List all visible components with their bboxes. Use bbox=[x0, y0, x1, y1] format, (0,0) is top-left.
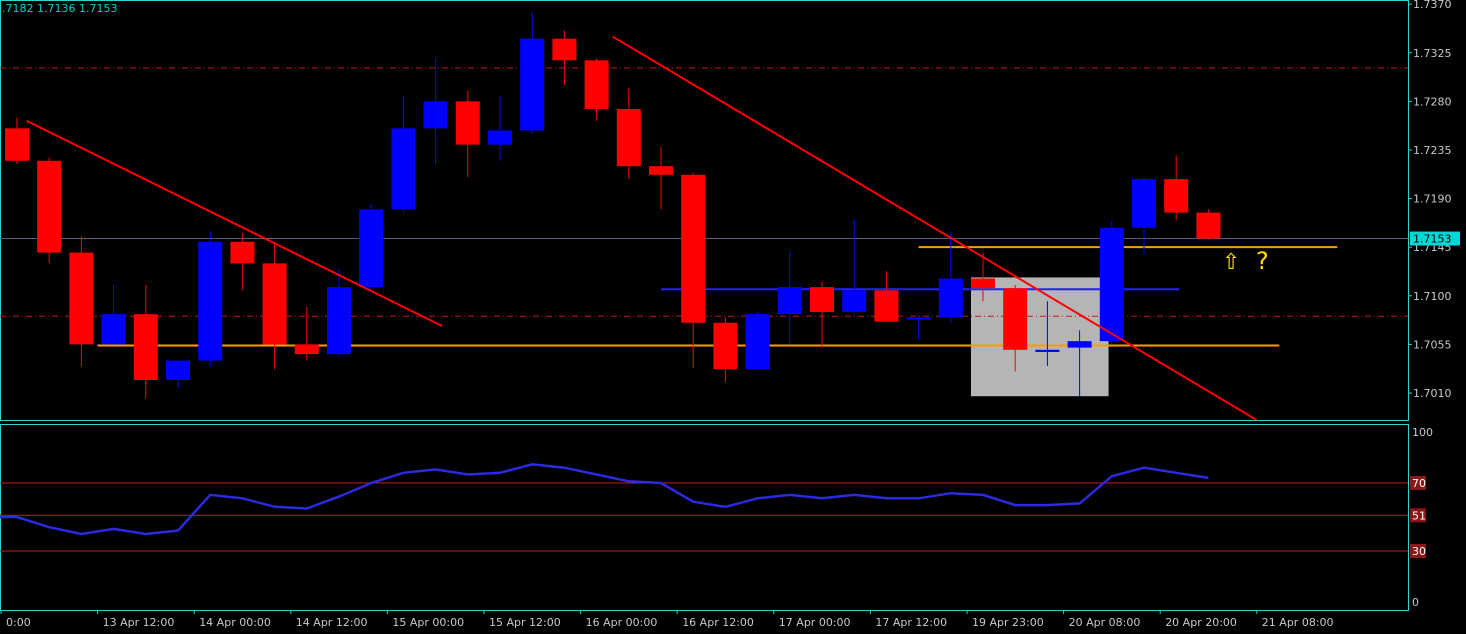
time-axis-label: 16 Apr 12:00 bbox=[682, 616, 754, 629]
time-axis-label: 0:00 bbox=[6, 616, 31, 629]
candle-body bbox=[133, 314, 158, 381]
price-axis-label: 1.7055 bbox=[1413, 338, 1452, 351]
candle-body bbox=[842, 290, 867, 312]
time-axis-label: 20 Apr 08:00 bbox=[1069, 616, 1141, 629]
price-axis-label: 1.7325 bbox=[1413, 47, 1452, 60]
candle-body bbox=[584, 60, 609, 109]
candle-body bbox=[37, 160, 62, 253]
candle-body bbox=[1164, 179, 1189, 213]
time-axis-label: 16 Apr 00:00 bbox=[586, 616, 658, 629]
highlight-box bbox=[971, 277, 1109, 397]
candle-body bbox=[745, 314, 770, 370]
time-axis-label: 14 Apr 12:00 bbox=[296, 616, 368, 629]
candle-body bbox=[1003, 288, 1028, 350]
candle-body bbox=[488, 130, 512, 145]
time-axis-label: 19 Apr 23:00 bbox=[972, 616, 1044, 629]
candle-body bbox=[359, 209, 384, 288]
rsi-axis-label: 30 bbox=[1412, 545, 1426, 558]
rsi-pane-frame bbox=[0, 424, 1409, 611]
candle-body bbox=[552, 38, 577, 61]
price-axis-label: 1.7100 bbox=[1413, 290, 1452, 303]
candle-body bbox=[1132, 179, 1156, 228]
candle-body bbox=[777, 287, 802, 315]
time-axis-label: 13 Apr 12:00 bbox=[103, 616, 175, 629]
rsi-axis-label: 51 bbox=[1412, 509, 1426, 522]
candle-body bbox=[520, 38, 545, 131]
candle-body bbox=[455, 101, 480, 145]
candle-body bbox=[69, 252, 94, 345]
candle-body bbox=[681, 174, 706, 323]
rsi-axis-label: 0 bbox=[1412, 596, 1419, 609]
trendline bbox=[612, 35, 1258, 421]
candle-body bbox=[1067, 341, 1092, 348]
candle-body bbox=[906, 317, 931, 320]
candle-body bbox=[5, 128, 29, 161]
candle-body bbox=[971, 278, 995, 289]
time-axis-label: 20 Apr 20:00 bbox=[1165, 616, 1237, 629]
time-axis-label: 17 Apr 00:00 bbox=[779, 616, 851, 629]
time-axis-label: 15 Apr 00:00 bbox=[392, 616, 464, 629]
up-arrow-icon: ⇧ bbox=[1222, 250, 1240, 275]
price-chart[interactable]: 1.73701.73251.72801.72351.71901.71451.71… bbox=[0, 0, 1466, 634]
price-axis-label: 1.7190 bbox=[1413, 193, 1452, 206]
candle-body bbox=[938, 278, 963, 318]
candle-body bbox=[230, 241, 255, 264]
candle-body bbox=[198, 241, 223, 361]
price-axis-label: 1.7010 bbox=[1413, 387, 1452, 400]
candle-body bbox=[423, 101, 448, 129]
time-axis-label: 21 Apr 08:00 bbox=[1262, 616, 1334, 629]
rsi-axis-label: 100 bbox=[1412, 426, 1433, 439]
candle-body bbox=[810, 287, 834, 312]
candle-body bbox=[294, 344, 319, 355]
candle-body bbox=[649, 166, 673, 175]
question-mark: ? bbox=[1256, 247, 1269, 275]
candle-body bbox=[874, 290, 899, 322]
candle-body bbox=[1099, 227, 1124, 342]
price-axis-label: 1.7280 bbox=[1413, 95, 1452, 108]
time-axis-label: 17 Apr 12:00 bbox=[875, 616, 947, 629]
candle-body bbox=[166, 360, 190, 381]
time-axis-label: 14 Apr 00:00 bbox=[199, 616, 271, 629]
candle-body bbox=[616, 108, 641, 167]
candle-body bbox=[1035, 349, 1060, 352]
rsi-line bbox=[0, 463, 1209, 536]
time-axis-label: 15 Apr 12:00 bbox=[489, 616, 561, 629]
candle-body bbox=[713, 322, 738, 370]
price-axis-label: 1.7370 bbox=[1413, 0, 1452, 11]
candle-body bbox=[327, 287, 351, 355]
price-axis-label: 1.7235 bbox=[1413, 144, 1452, 157]
candle-body bbox=[391, 128, 416, 210]
candle-body bbox=[262, 263, 287, 345]
rsi-axis-label: 70 bbox=[1412, 477, 1426, 490]
candle-body bbox=[1196, 212, 1221, 239]
candle-body bbox=[101, 314, 126, 345]
current-price-label: 1.7153 bbox=[1413, 233, 1452, 246]
